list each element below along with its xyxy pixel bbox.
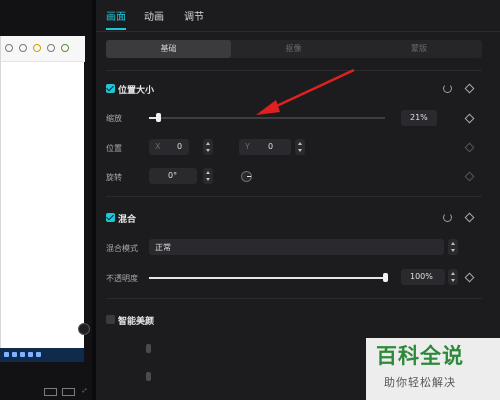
keyframe-diamond-icon[interactable] <box>464 142 475 153</box>
tab-adjust[interactable]: 调节 <box>184 8 204 23</box>
x-prefix: X <box>155 142 161 151</box>
annotation-arrow <box>256 68 355 115</box>
reset-icon[interactable] <box>443 84 452 93</box>
blend-title: 混合 <box>118 215 137 225</box>
keyframe-diamond-icon[interactable] <box>464 272 475 283</box>
position-x-stepper[interactable] <box>203 139 213 155</box>
taskbar-icon <box>36 352 41 357</box>
taskbar-icon <box>28 352 33 357</box>
segment-mask[interactable]: 蒙版 <box>356 40 482 58</box>
scale-value-field[interactable]: 21% <box>401 110 437 126</box>
beauty-slider-knob[interactable] <box>146 344 151 353</box>
beauty-slider-knob[interactable] <box>146 372 151 381</box>
browser-preview-frame <box>0 36 85 358</box>
taskbar-icon <box>4 352 9 357</box>
y-prefix: Y <box>245 142 250 151</box>
watermark-logo: 百科全说 助你轻松解决 <box>366 338 500 400</box>
taskbar-icon <box>20 352 25 357</box>
opacity-label: 不透明度 <box>106 274 138 283</box>
toolbar-icon <box>33 44 41 52</box>
position-x-field[interactable]: X 0 <box>149 139 189 155</box>
taskbar <box>0 348 84 362</box>
blend-mode-select[interactable]: 正常 <box>149 239 444 255</box>
position-x-value: 0 <box>177 142 183 151</box>
section-divider <box>106 298 482 299</box>
ratio-button[interactable] <box>62 388 75 396</box>
scale-value: 21% <box>410 113 428 122</box>
preview-area: ⤢ <box>0 0 92 400</box>
rotate-field[interactable]: 0° <box>149 168 197 184</box>
ratio-button[interactable] <box>44 388 57 396</box>
keyframe-diamond-icon[interactable] <box>464 83 475 94</box>
tabs-divider <box>96 31 500 32</box>
browser-toolbar <box>1 36 85 62</box>
opacity-stepper[interactable] <box>448 269 458 285</box>
rotate-dial-icon[interactable] <box>241 171 252 182</box>
tab-animation[interactable]: 动画 <box>144 8 164 23</box>
opacity-slider-fill <box>149 277 385 279</box>
keyframe-diamond-icon[interactable] <box>464 212 475 223</box>
scale-label: 缩放 <box>106 114 122 123</box>
blend-mode-dropdown-arrow[interactable] <box>448 239 458 255</box>
toolbar-icon <box>19 44 27 52</box>
toolbar-icon <box>47 44 55 52</box>
taskbar-icon <box>12 352 17 357</box>
section-divider <box>106 196 482 197</box>
position-label: 位置 <box>106 144 122 153</box>
beauty-title: 智能美颜 <box>118 317 155 327</box>
toolbar-icon <box>5 44 13 52</box>
segment-cutout[interactable]: 抠像 <box>231 40 356 58</box>
opacity-value: 100% <box>410 272 433 281</box>
keyframe-diamond-icon[interactable] <box>464 171 475 182</box>
rotate-value: 0° <box>168 171 178 180</box>
position-y-value: 0 <box>268 142 274 151</box>
tab-picture[interactable]: 画面 <box>106 8 126 23</box>
rotate-stepper[interactable] <box>203 168 213 184</box>
opacity-value-field[interactable]: 100% <box>401 269 445 285</box>
position-y-stepper[interactable] <box>295 139 305 155</box>
blend-checkbox[interactable] <box>106 213 115 222</box>
toolbar-icon <box>61 44 69 52</box>
active-tab-indicator <box>106 28 126 30</box>
beauty-checkbox[interactable] <box>106 315 115 324</box>
watermark-title: 百科全说 <box>376 344 464 368</box>
fullscreen-icon[interactable]: ⤢ <box>78 388 91 396</box>
position-size-title: 位置大小 <box>118 86 155 96</box>
blend-mode-label: 混合模式 <box>106 244 138 253</box>
position-y-field[interactable]: Y 0 <box>239 139 291 155</box>
segment-control: 基础 抠像 蒙版 <box>106 40 482 58</box>
arrow-shaft <box>267 68 355 112</box>
keyframe-diamond-icon[interactable] <box>464 113 475 124</box>
reset-icon[interactable] <box>443 213 452 222</box>
opacity-slider-knob[interactable] <box>382 273 388 282</box>
watermark-subtitle: 助你轻松解决 <box>384 376 456 389</box>
round-handle-button[interactable] <box>78 323 90 335</box>
segment-basic[interactable]: 基础 <box>106 40 231 58</box>
arrow-head <box>256 100 280 115</box>
scale-slider-track[interactable] <box>149 117 385 119</box>
rotate-label: 旋转 <box>106 173 122 182</box>
scale-slider-knob[interactable] <box>155 113 161 122</box>
preview-bottom-bar: ⤢ <box>0 385 92 400</box>
position-size-checkbox[interactable] <box>106 84 115 93</box>
blend-mode-value: 正常 <box>155 243 171 252</box>
